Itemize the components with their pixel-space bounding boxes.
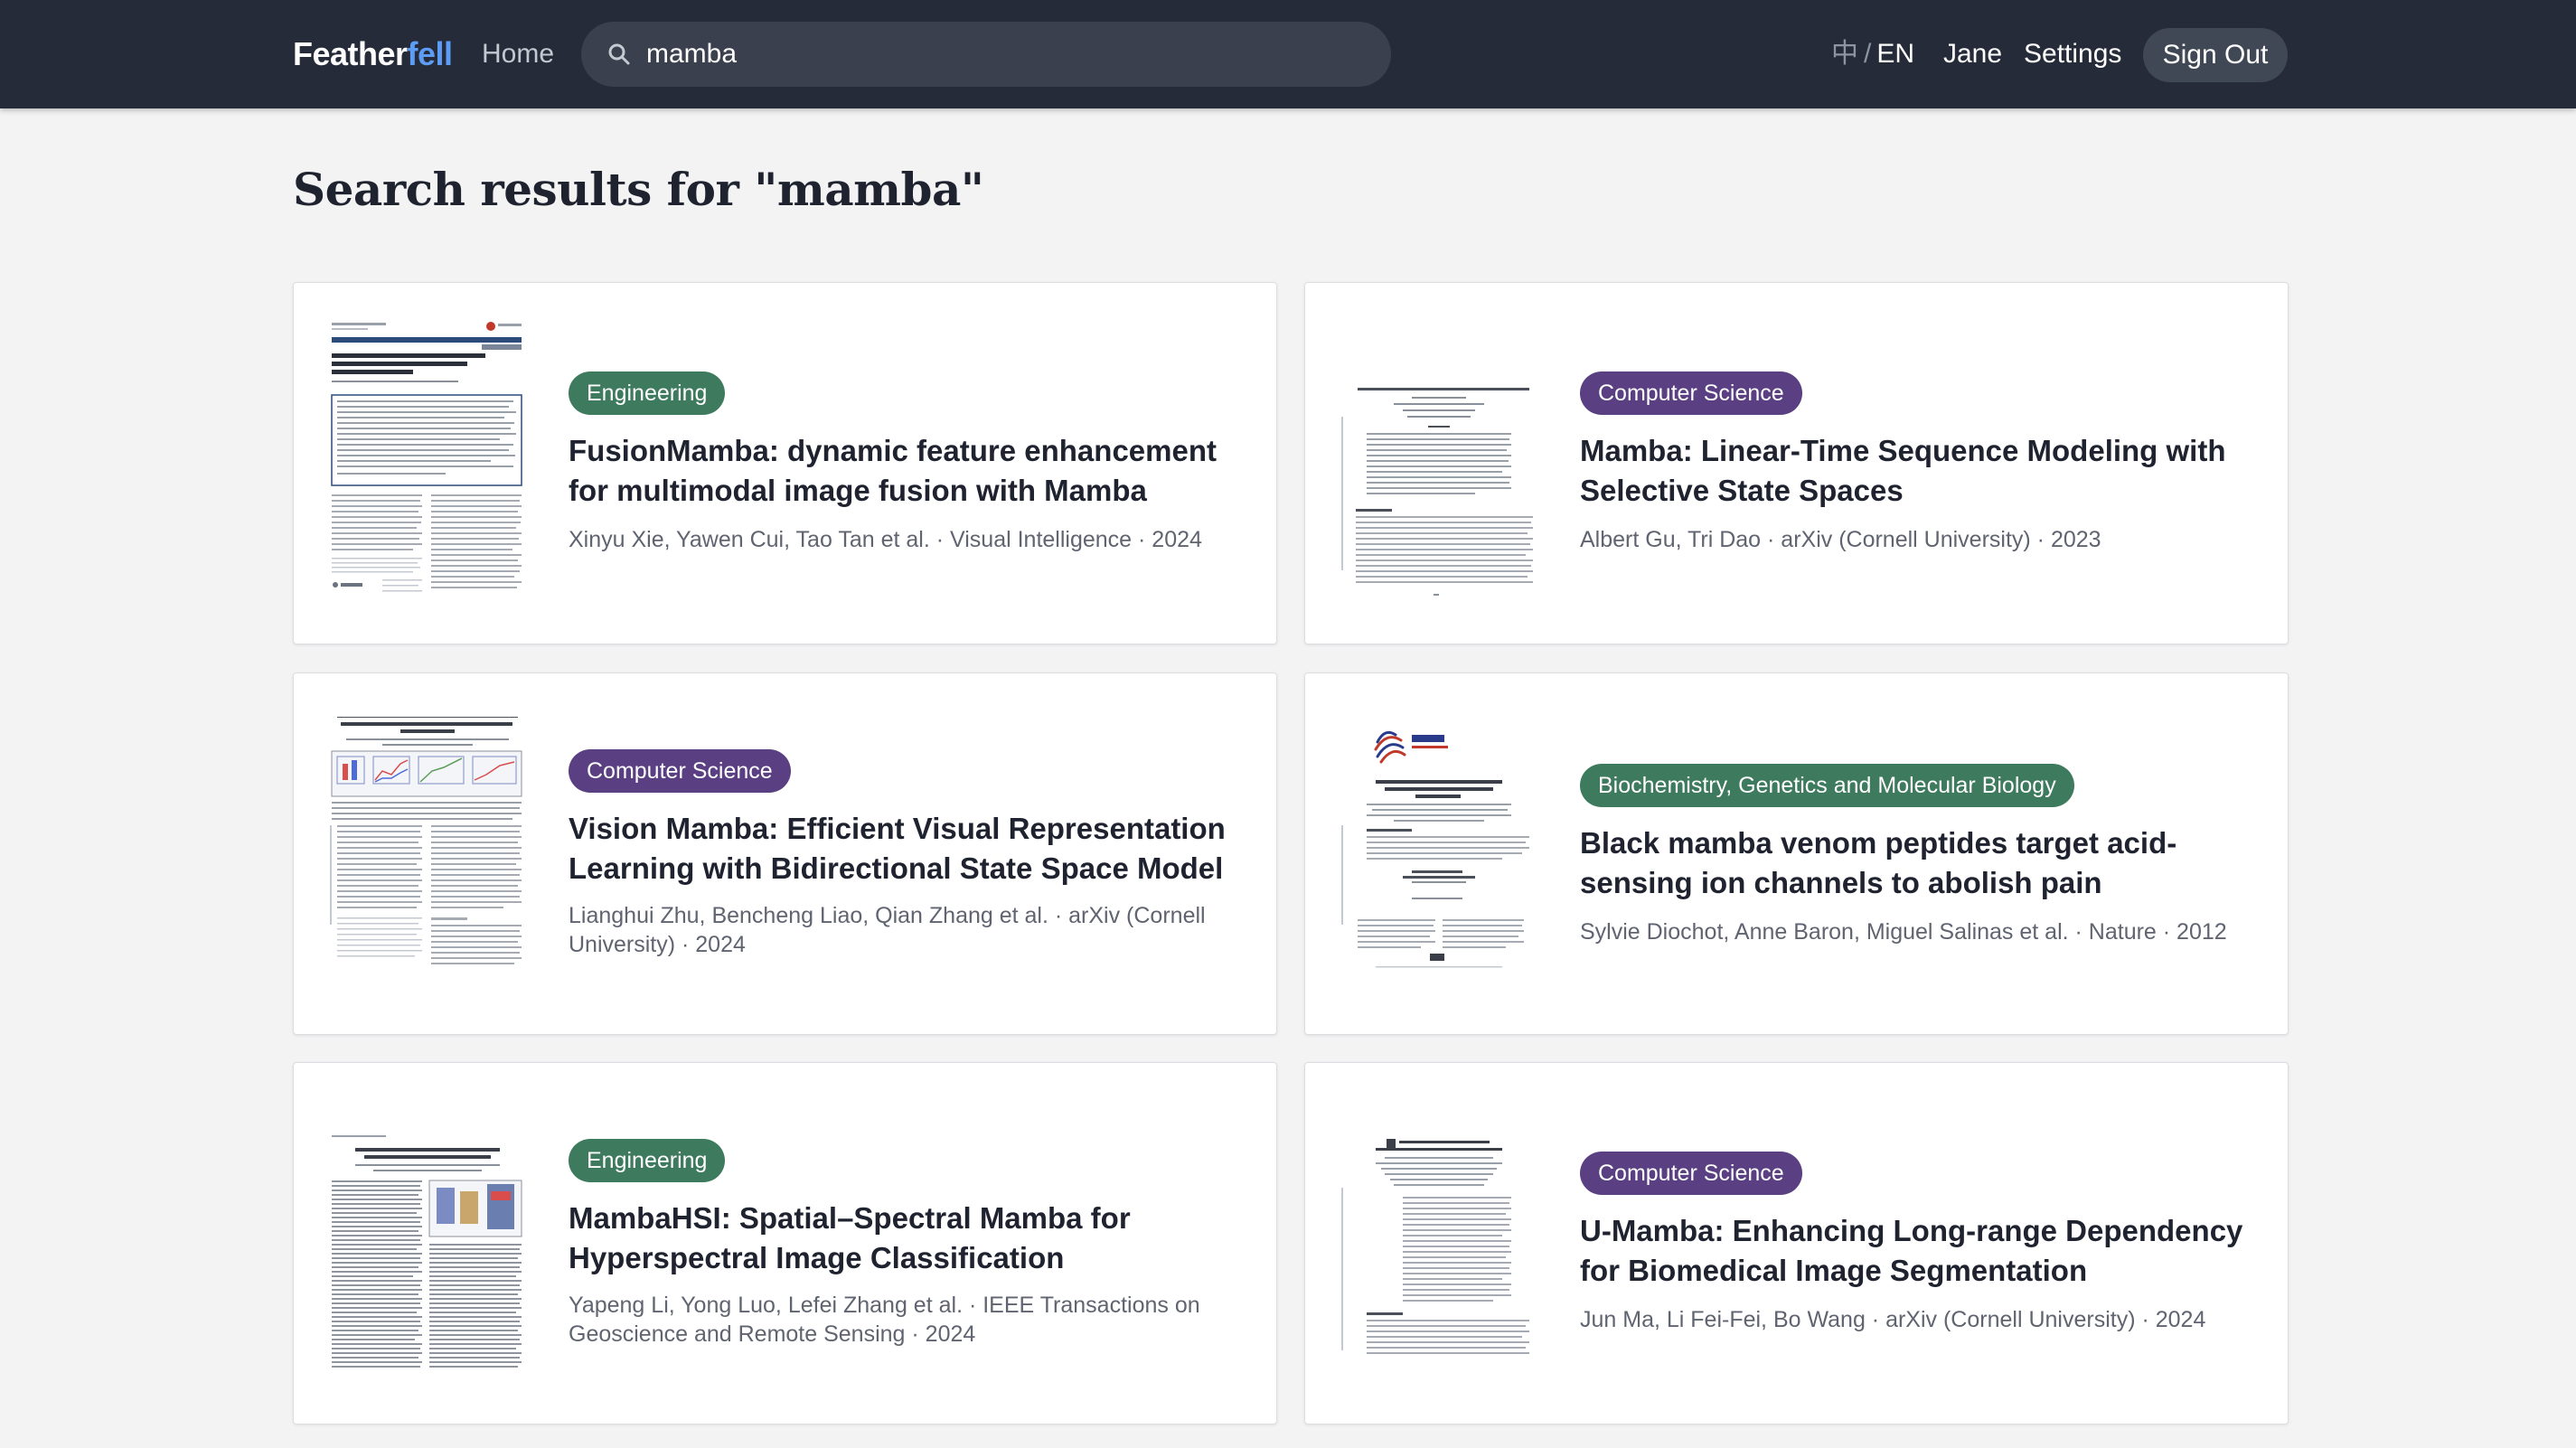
page-title: Search results for "mamba" xyxy=(293,163,984,216)
category-badge: Engineering xyxy=(569,371,726,415)
category-badge: Biochemistry, Genetics and Molecular Bio… xyxy=(1580,764,2074,807)
result-card[interactable]: Computer Science Vision Mamba: Efficient… xyxy=(293,672,1277,1035)
nav-settings-link[interactable]: Settings xyxy=(2024,33,2121,76)
brand-logo[interactable]: Featherfell xyxy=(293,33,453,76)
result-card[interactable]: Computer Science Mamba: Linear-Time Sequ… xyxy=(1304,282,2289,644)
paper-meta: Lianghui Zhu, Bencheng Liao, Qian Zhang … xyxy=(569,903,1206,957)
lang-en-option[interactable]: EN xyxy=(1876,39,1914,69)
brand-logo-text-part1: Feather xyxy=(293,35,408,72)
lang-zh-option[interactable]: 中 xyxy=(1831,39,1858,69)
category-badge: Computer Science xyxy=(1580,371,1802,415)
lang-separator: / xyxy=(1864,39,1872,69)
paper-title[interactable]: U-Mamba: Enhancing Long-range Dependency… xyxy=(1580,1211,2249,1291)
category-badge: Computer Science xyxy=(569,749,791,793)
paper-meta: Sylvie Diochot, Anne Baron, Miguel Salin… xyxy=(1580,919,2227,945)
paper-title[interactable]: Mamba: Linear-Time Sequence Modeling wit… xyxy=(1580,431,2249,511)
language-switcher: 中 / EN xyxy=(1831,33,1914,76)
result-card[interactable]: Engineering MambaHSI: Spatial–Spectral M… xyxy=(293,1062,1277,1424)
category-badge: Engineering xyxy=(569,1139,726,1182)
paper-meta: Albert Gu, Tri Dao · arXiv (Cornell Univ… xyxy=(1580,527,2101,552)
paper-meta: Yapeng Li, Yong Luo, Lefei Zhang et al. … xyxy=(569,1293,1200,1347)
search-icon xyxy=(608,43,630,65)
paper-thumbnail xyxy=(1340,1097,1537,1385)
result-card[interactable]: Biochemistry, Genetics and Molecular Bio… xyxy=(1304,672,2289,1035)
paper-meta: Jun Ma, Li Fei-Fei, Bo Wang · arXiv (Cor… xyxy=(1580,1307,2206,1332)
paper-thumbnail xyxy=(1340,317,1537,605)
result-card[interactable]: Engineering FusionMamba: dynamic feature… xyxy=(293,282,1277,644)
nav-home-link[interactable]: Home xyxy=(482,33,554,76)
sign-out-button[interactable]: Sign Out xyxy=(2143,28,2288,82)
paper-title[interactable]: Vision Mamba: Efficient Visual Represent… xyxy=(569,809,1237,889)
category-badge: Computer Science xyxy=(1580,1152,1802,1195)
paper-thumbnail xyxy=(328,1097,525,1385)
nav-user-link[interactable]: Jane xyxy=(1943,33,2002,76)
result-card[interactable]: Computer Science U-Mamba: Enhancing Long… xyxy=(1304,1062,2289,1424)
paper-title[interactable]: FusionMamba: dynamic feature enhancement… xyxy=(569,431,1237,511)
paper-title[interactable]: MambaHSI: Spatial–Spectral Mamba for Hyp… xyxy=(569,1199,1237,1278)
search-bar[interactable] xyxy=(581,22,1391,87)
top-navbar: Featherfell Home 中/EN Jane Settings Sign… xyxy=(0,0,2576,108)
search-input[interactable] xyxy=(646,22,1369,87)
paper-thumbnail xyxy=(1340,708,1537,995)
paper-meta: Xinyu Xie, Yawen Cui, Tao Tan et al. · V… xyxy=(569,527,1202,552)
paper-thumbnail xyxy=(328,708,525,995)
paper-thumbnail xyxy=(328,317,525,605)
paper-title[interactable]: Black mamba venom peptides target acid-s… xyxy=(1580,823,2249,903)
brand-logo-text-part2: fell xyxy=(407,35,454,72)
